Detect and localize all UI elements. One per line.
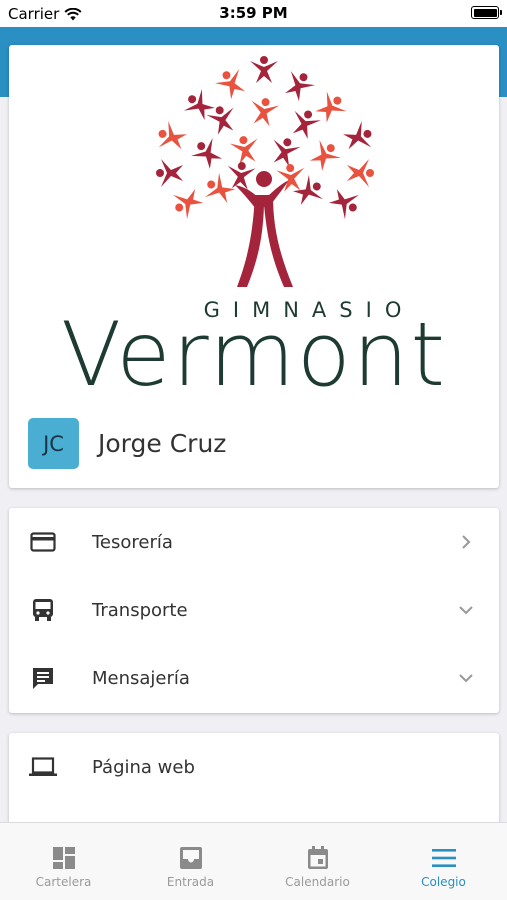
status-time: 3:59 PM	[219, 4, 288, 22]
logo-figure	[347, 159, 374, 187]
logo-title: Vermont	[61, 303, 447, 406]
menu-icon	[431, 849, 456, 867]
menu-label-transporte: Transporte	[92, 599, 188, 621]
logo-figure	[250, 56, 278, 83]
dashboard-icon	[52, 847, 75, 869]
laptop-icon	[29, 753, 57, 781]
avatar[interactable]: JC	[28, 418, 79, 469]
logo-figure	[173, 189, 204, 220]
chevron-down-icon[interactable]	[458, 602, 474, 618]
menu-label-pagina-web: Página web	[92, 756, 195, 778]
logo-figure	[251, 98, 280, 127]
menu-card: Tesorería Transporte Mensajería	[9, 508, 499, 713]
status-bar: Carrier 3:59 PM	[0, 0, 507, 27]
bus-icon	[29, 596, 57, 624]
tab-cartelera[interactable]: Cartelera	[0, 823, 127, 900]
message-icon	[29, 664, 57, 692]
credit-card-icon	[29, 528, 57, 556]
tab-bar: Cartelera Entrada Calendario Colegio	[0, 822, 507, 900]
profile-card: GIMNASIO Vermont JC Jorge Cruz	[9, 45, 499, 488]
menu-item-pagina-web[interactable]: Página web	[9, 733, 499, 801]
logo-figure	[158, 121, 187, 150]
logo-figure	[328, 189, 359, 220]
school-logo: GIMNASIO Vermont	[9, 45, 499, 406]
logo-figure	[191, 137, 223, 169]
tab-label-colegio: Colegio	[421, 875, 466, 889]
tab-entrada[interactable]: Entrada	[127, 823, 254, 900]
menu-label-tesoreria: Tesorería	[92, 531, 173, 553]
logo-figure	[309, 139, 341, 171]
tab-label-cartelera: Cartelera	[35, 875, 92, 889]
menu-item-transporte[interactable]: Transporte	[9, 576, 499, 644]
menu-item-tesoreria[interactable]: Tesorería	[9, 508, 499, 576]
logo-figure	[214, 69, 245, 100]
logo-figure	[343, 121, 372, 150]
tree-logo-icon	[156, 56, 374, 287]
logo-figure	[285, 71, 316, 102]
tab-colegio[interactable]: Colegio	[380, 823, 507, 900]
tab-label-calendario: Calendario	[285, 875, 350, 889]
menu-item-mensajeria[interactable]: Mensajería	[9, 644, 499, 712]
logo-figure	[229, 136, 258, 165]
tab-calendario[interactable]: Calendario	[254, 823, 381, 900]
user-name: Jorge Cruz	[98, 429, 227, 458]
logo-figure	[183, 89, 215, 121]
tab-label-entrada: Entrada	[166, 875, 215, 889]
calendar-icon	[307, 846, 328, 869]
logo-figure	[273, 138, 301, 167]
logo-figure	[292, 174, 323, 205]
chevron-right-icon	[462, 535, 471, 549]
menu-label-mensajeria: Mensajería	[92, 667, 190, 689]
logo-figure	[156, 159, 183, 187]
chevron-down-icon[interactable]	[458, 670, 474, 686]
logo-figure	[227, 162, 256, 190]
inbox-icon	[179, 847, 202, 869]
logo-figure	[205, 172, 236, 203]
battery-icon	[471, 6, 502, 19]
